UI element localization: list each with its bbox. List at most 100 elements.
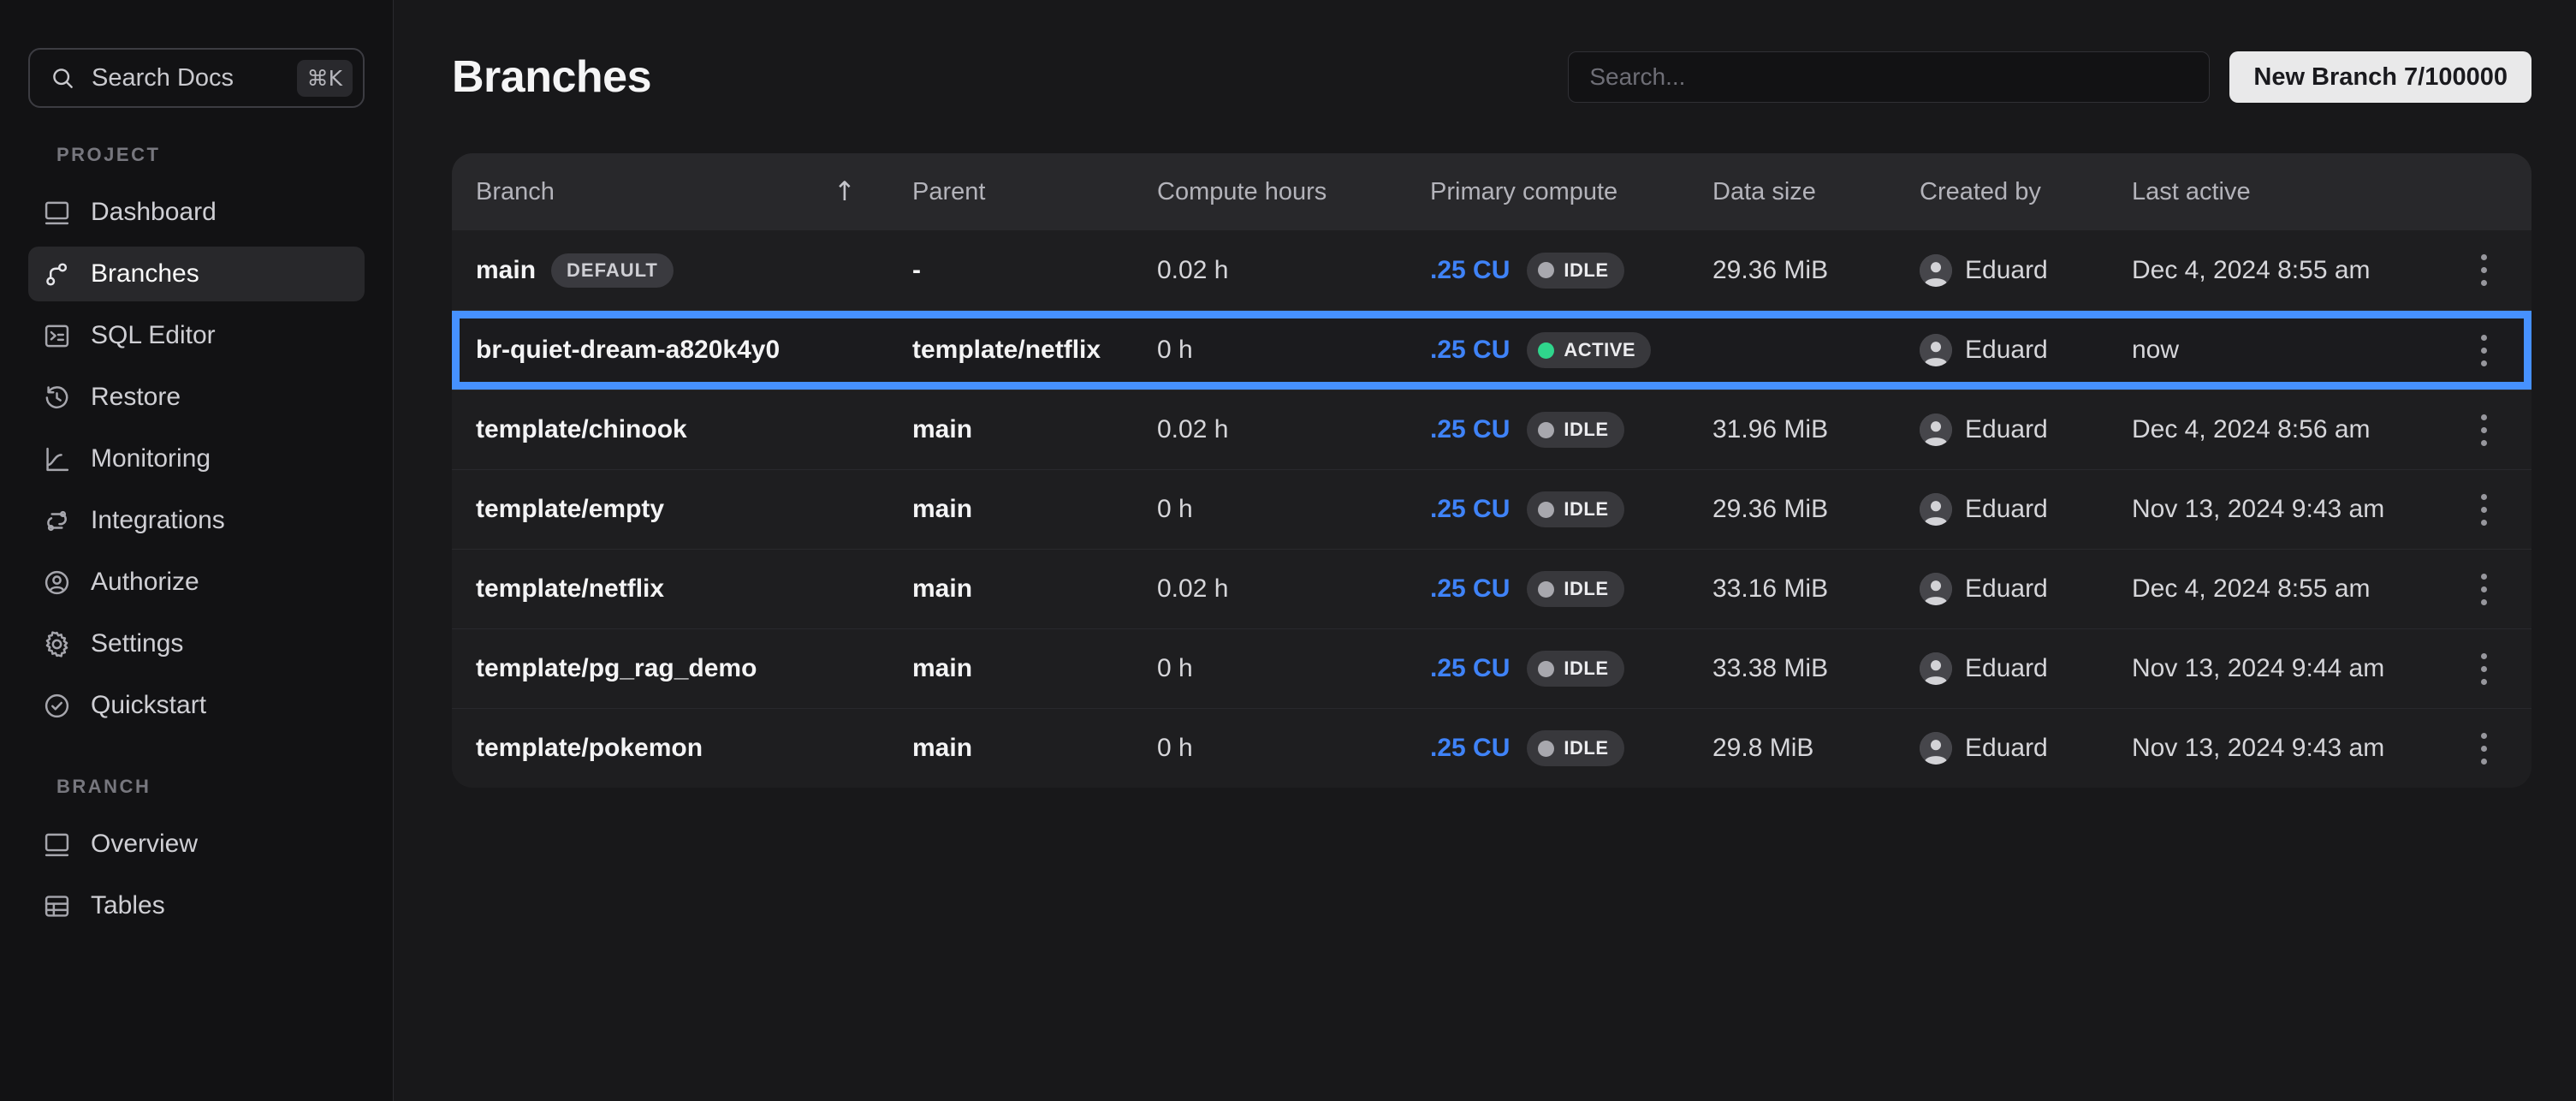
last-active-cell: Dec 4, 2024 8:55 am [2132,256,2457,285]
header-actions: New Branch 7/100000 [1568,51,2531,103]
branch-name: template/netflix [476,574,664,604]
column-header-last-active[interactable]: Last active [2132,178,2457,206]
row-menu-button[interactable] [2471,324,2497,377]
sidebar-item-label: Settings [91,629,183,658]
sidebar-item-branches[interactable]: Branches [28,247,365,301]
integrations-icon [42,506,72,536]
sidebar-item-integrations[interactable]: Integrations [28,493,365,548]
column-header-branch[interactable]: Branch ↑ [476,176,912,207]
table-row[interactable]: template/pg_rag_demo main 0 h .25 CU IDL… [452,628,2531,708]
data-size-cell: 33.16 MiB [1712,574,1920,604]
sidebar-item-label: Integrations [91,506,225,535]
sidebar-item-label: Quickstart [91,691,206,720]
app-window: Search Docs ⌘K PROJECT Dashboard Branche… [0,0,2576,1101]
table-row[interactable]: main DEFAULT - 0.02 h .25 CU IDLE 29.36 … [452,230,2531,310]
compute-hours-cell: 0.02 h [1157,256,1430,285]
sidebar-item-tables[interactable]: Tables [28,878,365,933]
compute-hours-cell: 0 h [1157,654,1430,683]
created-by-cell: Eduard [1920,732,2132,765]
compute-units: .25 CU [1430,495,1510,524]
last-active-cell: Nov 13, 2024 9:44 am [2132,654,2457,683]
status-dot-icon [1538,262,1554,278]
column-header-primary-compute[interactable]: Primary compute [1430,178,1712,206]
sidebar-item-label: Authorize [91,568,199,597]
data-size-cell: 29.8 MiB [1712,734,1920,763]
row-menu-button[interactable] [2471,404,2497,456]
status-dot-icon [1538,661,1554,677]
created-by-cell: Eduard [1920,414,2132,446]
sidebar-item-settings[interactable]: Settings [28,616,365,671]
table-row-selected[interactable]: br-quiet-dream-a820k4y0 template/netflix… [452,310,2531,390]
new-branch-button[interactable]: New Branch 7/100000 [2229,51,2531,103]
avatar [1920,414,1952,446]
row-menu-button[interactable] [2471,563,2497,616]
table-row[interactable]: template/pokemon main 0 h .25 CU IDLE 29… [452,708,2531,788]
data-size-cell: 29.36 MiB [1712,256,1920,285]
history-clock-icon [42,383,72,413]
created-by-cell: Eduard [1920,652,2132,685]
row-menu-button[interactable] [2471,484,2497,536]
column-header-data-size[interactable]: Data size [1712,178,1920,206]
status-badge: IDLE [1527,412,1623,448]
created-by-cell: Eduard [1920,254,2132,287]
avatar [1920,334,1952,366]
sidebar-item-authorize[interactable]: Authorize [28,555,365,610]
branch-name: template/pokemon [476,734,703,763]
sidebar-item-sql-editor[interactable]: SQL Editor [28,308,365,363]
table-row[interactable]: template/netflix main 0.02 h .25 CU IDLE… [452,549,2531,628]
avatar [1920,652,1952,685]
avatar [1920,254,1952,287]
sidebar-item-label: Monitoring [91,444,211,473]
parent-cell: template/netflix [912,336,1157,365]
search-docs-label: Search Docs [92,64,234,92]
user-circle-icon [42,568,72,598]
data-size-cell: 31.96 MiB [1712,415,1920,444]
last-active-cell: Dec 4, 2024 8:56 am [2132,415,2457,444]
column-header-created-by[interactable]: Created by [1920,178,2132,206]
status-dot-icon [1538,342,1554,359]
avatar [1920,732,1952,765]
row-menu-button[interactable] [2471,643,2497,695]
sidebar-item-restore[interactable]: Restore [28,370,365,425]
sidebar-item-overview[interactable]: Overview [28,817,365,872]
data-size-cell: 33.38 MiB [1712,654,1920,683]
table-row[interactable]: template/empty main 0 h .25 CU IDLE 29.3… [452,469,2531,549]
search-icon [49,64,76,92]
page-title: Branches [452,51,651,103]
table-icon [42,891,72,921]
last-active-cell: now [2132,336,2457,365]
column-header-parent[interactable]: Parent [912,178,1157,206]
created-by-cell: Eduard [1920,573,2132,605]
row-menu-button[interactable] [2471,723,2497,775]
created-by-cell: Eduard [1920,334,2132,366]
sidebar-item-label: SQL Editor [91,321,216,350]
status-dot-icon [1538,502,1554,518]
column-header-compute-hours[interactable]: Compute hours [1157,178,1430,206]
sidebar-item-dashboard[interactable]: Dashboard [28,185,365,240]
row-menu-button[interactable] [2471,244,2497,296]
sort-ascending-icon[interactable]: ↑ [834,176,856,207]
sidebar-item-label: Branches [91,259,199,289]
status-badge: IDLE [1527,571,1623,607]
avatar [1920,573,1952,605]
sidebar-item-quickstart[interactable]: Quickstart [28,678,365,733]
branch-name: br-quiet-dream-a820k4y0 [476,336,780,365]
search-input[interactable] [1568,51,2210,103]
compute-hours-cell: 0 h [1157,734,1430,763]
sidebar-item-label: Dashboard [91,198,217,227]
status-badge: IDLE [1527,253,1623,289]
table-row[interactable]: template/chinook main 0.02 h .25 CU IDLE… [452,390,2531,469]
sidebar: Search Docs ⌘K PROJECT Dashboard Branche… [0,0,394,1101]
parent-cell: - [912,256,1157,285]
gear-icon [42,629,72,659]
branch-nav: Overview Tables [28,817,365,940]
sidebar-item-monitoring[interactable]: Monitoring [28,431,365,486]
table-header-row: Branch ↑ Parent Compute hours Primary co… [452,153,2531,230]
branches-table: Branch ↑ Parent Compute hours Primary co… [452,153,2531,788]
search-docs-button[interactable]: Search Docs ⌘K [28,48,365,108]
project-nav: Dashboard Branches SQL Editor Restore Mo… [28,185,365,740]
compute-units: .25 CU [1430,654,1510,683]
status-badge: IDLE [1527,651,1623,687]
compute-units: .25 CU [1430,336,1510,365]
compute-units: .25 CU [1430,415,1510,444]
